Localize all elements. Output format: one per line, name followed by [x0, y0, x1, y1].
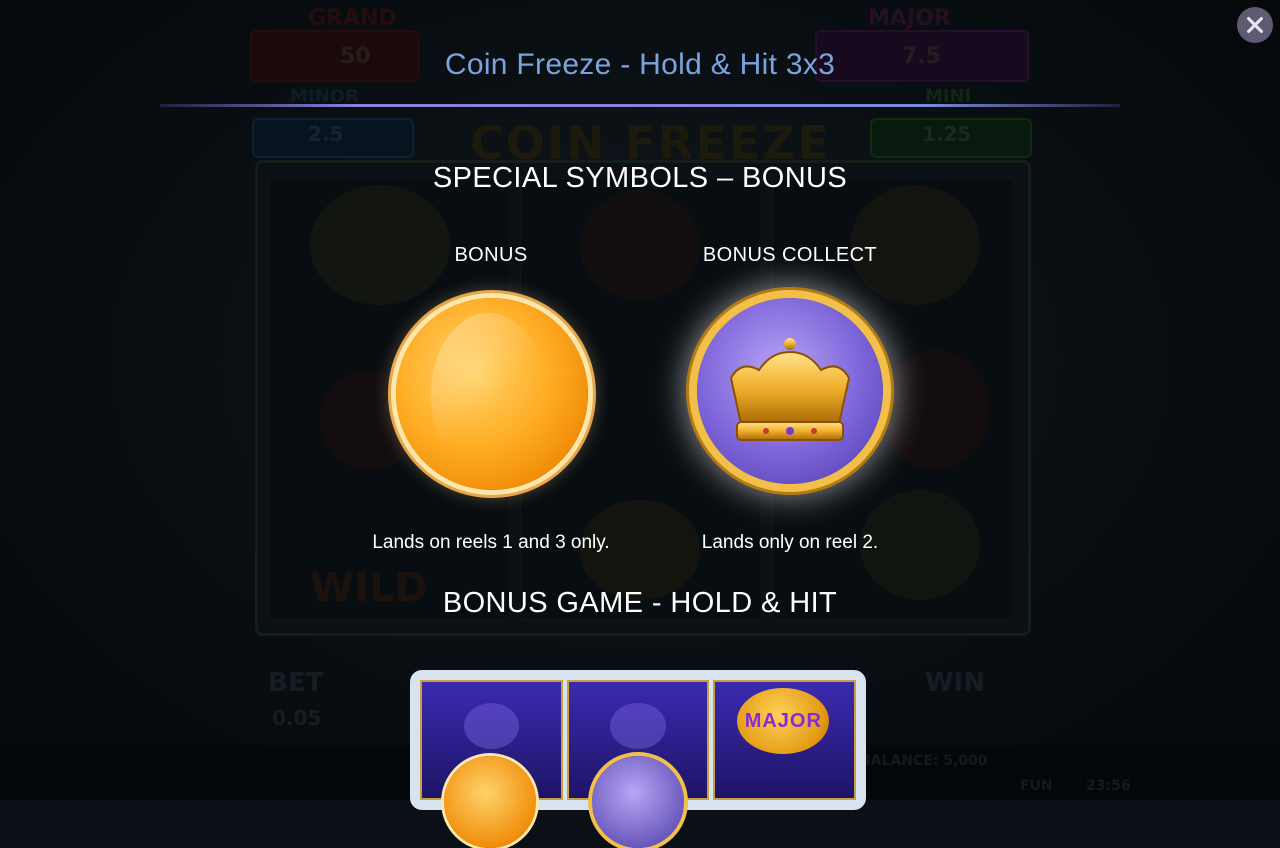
- close-button[interactable]: [1237, 7, 1273, 43]
- bonus-collect-symbol-label: BONUS COLLECT: [702, 244, 878, 266]
- special-symbols-heading: SPECIAL SYMBOLS – BONUS: [432, 162, 848, 194]
- bonus-coin-icon: [444, 756, 536, 848]
- major-jackpot-coin-icon: MAJOR: [737, 688, 830, 754]
- crown-coin-icon: [697, 298, 883, 484]
- crown-icon: [729, 338, 851, 441]
- grid-cell: MAJOR: [713, 680, 856, 800]
- hold-and-hit-grid-preview: MAJOR: [410, 670, 866, 848]
- paytable-title: Coin Freeze - Hold & Hit 3x3: [444, 48, 836, 81]
- bonus-collect-symbol-description: Lands only on reel 2.: [701, 532, 879, 553]
- bonus-coin-icon: [396, 298, 588, 490]
- bonus-symbol-description: Lands on reels 1 and 3 only.: [372, 532, 610, 553]
- major-jackpot-label: MAJOR: [744, 709, 822, 732]
- bonus-game-heading: BONUS GAME - HOLD & HIT: [442, 587, 838, 619]
- bonus-symbol-label: BONUS: [454, 244, 528, 266]
- close-icon: [1247, 17, 1263, 33]
- crown-coin-icon: [592, 756, 684, 848]
- title-divider: [160, 104, 1120, 107]
